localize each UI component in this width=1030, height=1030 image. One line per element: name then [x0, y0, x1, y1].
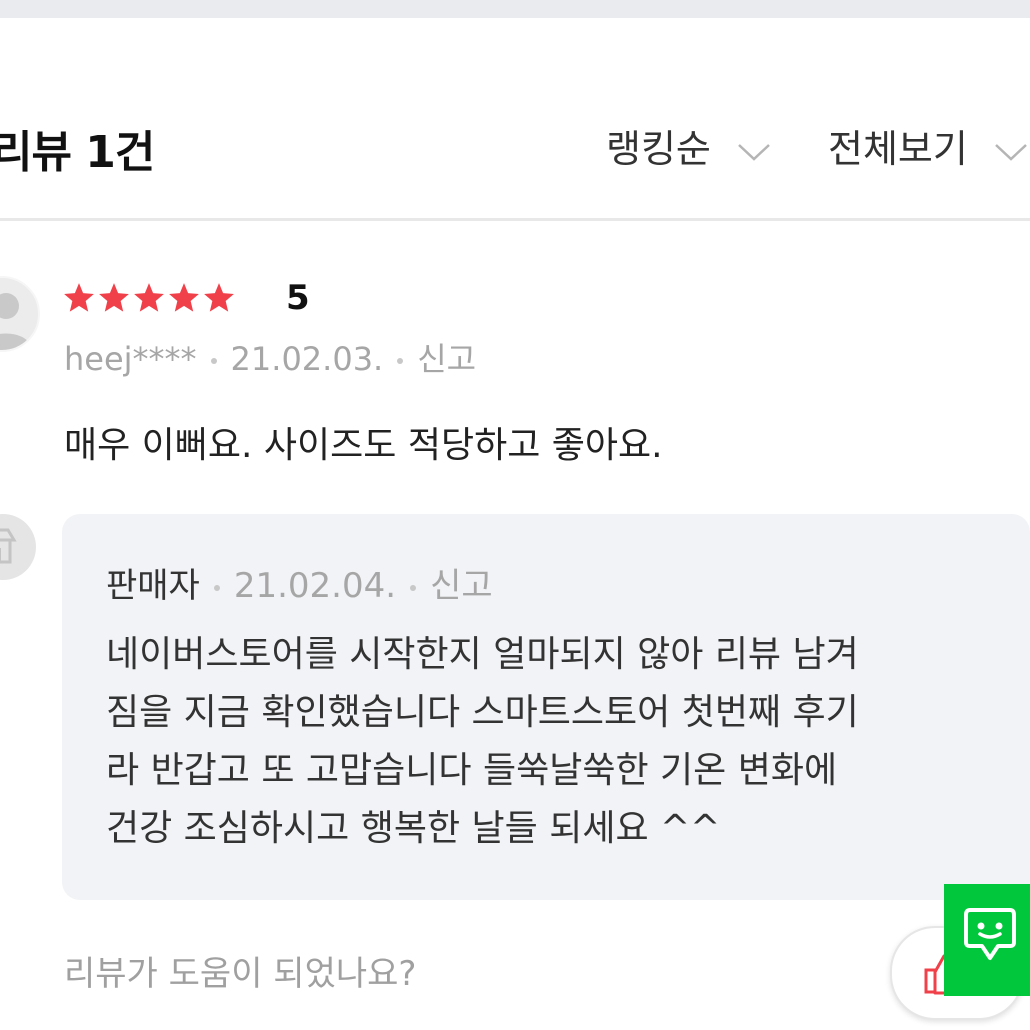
- rating-value: 5: [286, 278, 310, 318]
- reply-line: 라 반갑고 또 고맙습니다 들쑥날쑥한 기온 변화에: [106, 750, 838, 791]
- star-icon: [64, 283, 94, 312]
- star-icon: [99, 283, 129, 312]
- user-avatar-icon: [0, 276, 40, 352]
- star-icon: [134, 283, 164, 312]
- filter-label: 전체보기: [828, 127, 968, 171]
- helpful-question: 리뷰가 도움이 되었나요?: [64, 954, 417, 994]
- seller-reply: 판매자 21.02.04. 신고 네이버스토어를 시작한지 얼마되지 않아 리뷰 남…: [62, 514, 1030, 900]
- review-header: 리뷰 1건 랭킹순 전체보기: [0, 88, 1030, 198]
- seller-name: 판매자: [106, 566, 200, 606]
- separator-dot: [397, 358, 404, 364]
- reply-line: 건강 조심하시고 행복한 날들 되세요 ^^: [106, 808, 721, 849]
- reply-date: 21.02.04.: [233, 566, 397, 606]
- reply-line: 짐을 지금 확인했습니다 스마트스토어 첫번째 후기: [106, 692, 859, 733]
- reply-report-link[interactable]: 신고: [430, 566, 493, 606]
- filter-dropdown[interactable]: 전체보기: [828, 118, 1028, 173]
- star-rating: [62, 276, 237, 320]
- review-meta: heej**** 21.02.03. 신고: [64, 334, 476, 380]
- review-date: 21.02.03.: [230, 340, 384, 378]
- separator-dot: [410, 584, 417, 591]
- talktalk-chat-icon: [964, 908, 1016, 960]
- star-icon: [204, 283, 234, 312]
- review-text: 매우 이뻐요. 사이즈도 적당하고 좋아요.: [64, 425, 663, 466]
- report-link[interactable]: 신고: [417, 340, 476, 378]
- header-divider: [0, 218, 1030, 221]
- talktalk-chat-button[interactable]: [944, 884, 1030, 996]
- reply-line: 네이버스토어를 시작한지 얼마되지 않아 리뷰 남겨: [106, 634, 859, 675]
- chevron-down-icon: [995, 143, 1027, 161]
- top-strip: [0, 0, 1030, 18]
- sort-dropdown[interactable]: 랭킹순: [606, 118, 771, 173]
- review-author: heej****: [64, 340, 197, 378]
- store-icon: [0, 514, 36, 580]
- reply-text: 네이버스토어를 시작한지 얼마되지 않아 리뷰 남겨 짐을 지금 확인했습니다 …: [106, 626, 1006, 858]
- reply-meta: 판매자 21.02.04. 신고: [106, 558, 493, 607]
- sort-label: 랭킹순: [606, 127, 711, 171]
- separator-dot: [213, 584, 220, 591]
- chevron-down-icon: [738, 143, 770, 161]
- star-icon: [169, 283, 199, 312]
- review-count-title: 리뷰 1건: [0, 127, 155, 178]
- separator-dot: [210, 358, 217, 364]
